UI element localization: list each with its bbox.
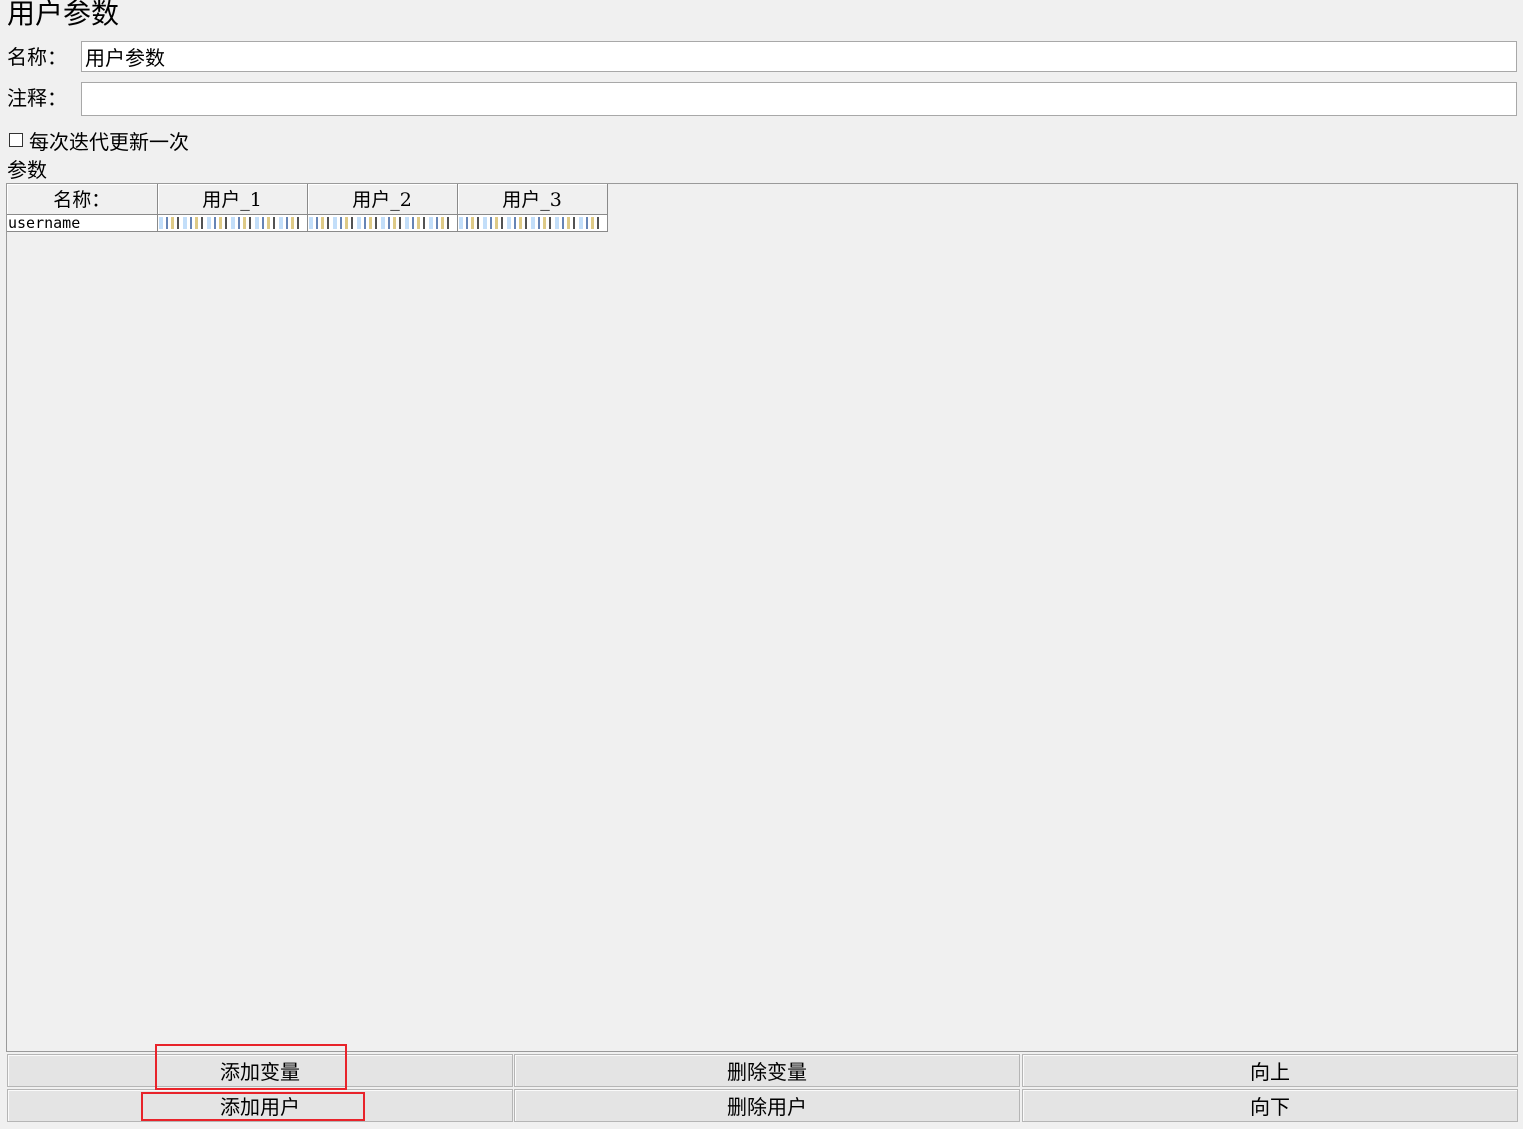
add-user-button[interactable]: 添加用户 xyxy=(7,1089,513,1122)
delete-user-button[interactable]: 删除用户 xyxy=(514,1089,1020,1122)
parameters-table-area[interactable]: 名称： 用户_1 用户_2 用户_3 username xyxy=(6,183,1518,1052)
name-label: 名称： xyxy=(7,45,67,69)
column-header-user-3[interactable]: 用户_3 xyxy=(457,184,608,215)
table-header-row: 名称： 用户_1 用户_2 用户_3 xyxy=(7,184,608,215)
move-down-button[interactable]: 向下 xyxy=(1022,1089,1518,1122)
column-header-user-1[interactable]: 用户_1 xyxy=(157,184,308,215)
comment-input[interactable] xyxy=(81,82,1517,116)
cell-user-1-value[interactable] xyxy=(157,214,308,232)
update-each-iteration-option[interactable]: 每次迭代更新一次 xyxy=(9,128,189,154)
move-up-button[interactable]: 向上 xyxy=(1022,1054,1518,1087)
column-header-user-2[interactable]: 用户_2 xyxy=(307,184,458,215)
redacted-value xyxy=(308,217,449,229)
parameters-section-label: 参数 xyxy=(7,158,47,182)
column-header-name[interactable]: 名称： xyxy=(7,184,158,215)
parameters-table: 名称： 用户_1 用户_2 用户_3 username xyxy=(7,184,608,232)
name-input[interactable] xyxy=(81,41,1517,72)
panel-title: 用户参数 xyxy=(7,0,120,30)
comment-label: 注释： xyxy=(7,86,67,110)
add-variable-button[interactable]: 添加变量 xyxy=(7,1054,513,1087)
cell-user-2-value[interactable] xyxy=(307,214,458,232)
delete-variable-button[interactable]: 删除变量 xyxy=(514,1054,1020,1087)
cell-variable-name[interactable]: username xyxy=(7,214,158,232)
redacted-value xyxy=(458,217,599,229)
table-row[interactable]: username xyxy=(7,214,608,232)
redacted-value xyxy=(158,217,299,229)
update-each-iteration-label: 每次迭代更新一次 xyxy=(29,129,189,154)
user-parameters-panel: 用户参数 名称： 注释： 每次迭代更新一次 参数 名称： 用户_1 用户_2 用… xyxy=(0,0,1523,1129)
update-each-iteration-checkbox[interactable] xyxy=(9,133,23,147)
cell-user-3-value[interactable] xyxy=(457,214,608,232)
